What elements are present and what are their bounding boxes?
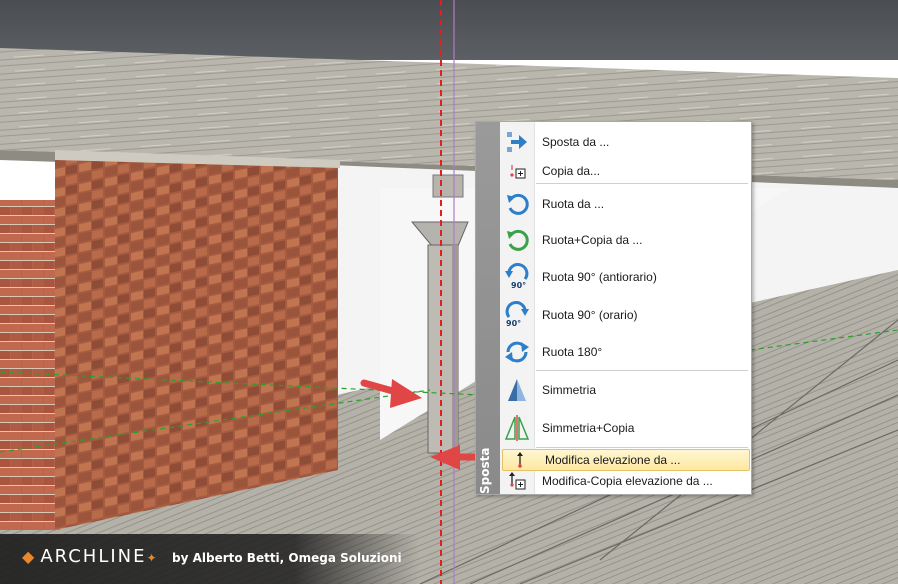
menu-item-label: Modifica elevazione da ... bbox=[545, 453, 681, 467]
menu-separator bbox=[536, 183, 748, 184]
menu-item-label: Ruota 90° (orario) bbox=[542, 308, 638, 322]
menu-separator bbox=[536, 370, 748, 371]
menu-item-simmetria-copia[interactable]: Simmetria+Copia bbox=[500, 410, 750, 446]
move-arrow-icon bbox=[500, 130, 534, 154]
menu-item-ruota-90-orario[interactable]: 90° Ruota 90° (orario) bbox=[500, 296, 750, 334]
menu-item-label: Copia da... bbox=[542, 164, 601, 178]
watermark-byline: by Alberto Betti, Omega Soluzioni bbox=[172, 551, 402, 565]
menu-item-ruota-180[interactable]: Ruota 180° bbox=[500, 334, 750, 370]
menu-item-simmetria[interactable]: Simmetria bbox=[500, 372, 750, 408]
menu-item-label: Ruota 90° (antiorario) bbox=[542, 270, 657, 284]
menu-item-label: Modifica-Copia elevazione da ... bbox=[542, 474, 713, 488]
menu-item-label: Sposta da ... bbox=[542, 135, 610, 149]
menu-panel-label: Sposta bbox=[478, 447, 492, 494]
rotate-90-ccw-icon: 90° bbox=[500, 263, 534, 291]
elevation-copy-icon bbox=[500, 471, 534, 491]
menu-item-label: Ruota 180° bbox=[542, 345, 603, 359]
mirror-icon bbox=[500, 376, 534, 404]
menu-separator bbox=[536, 447, 748, 448]
menu-item-modifica-copia-elevazione[interactable]: Modifica-Copia elevazione da ... bbox=[500, 470, 750, 492]
logo-text: ARCHLINE bbox=[40, 546, 147, 567]
menu-item-label: Ruota+Copia da ... bbox=[542, 233, 643, 247]
diamond-logo-icon: ◆ bbox=[22, 547, 37, 566]
rotate-badge: 90° bbox=[511, 281, 526, 290]
menu-item-label: Ruota da ... bbox=[542, 197, 605, 211]
rotate-90-cw-icon: 90° bbox=[500, 301, 534, 329]
elevation-icon bbox=[503, 451, 537, 469]
menu-item-ruota-90-antiorario[interactable]: 90° Ruota 90° (antiorario) bbox=[500, 258, 750, 296]
rotate-badge: 90° bbox=[506, 319, 521, 328]
menu-item-sposta-da[interactable]: Sposta da ... bbox=[500, 126, 750, 158]
rotate-copy-icon bbox=[500, 227, 534, 253]
3d-viewport[interactable] bbox=[0, 0, 898, 584]
menu-item-label: Simmetria+Copia bbox=[542, 421, 635, 435]
menu-item-label: Simmetria bbox=[542, 383, 597, 397]
copy-plus-icon bbox=[500, 161, 534, 181]
menu-item-ruota-da[interactable]: Ruota da ... bbox=[500, 186, 750, 222]
archline-logo: ◆ ARCHLINE✦ bbox=[22, 546, 159, 567]
menu-item-copia-da[interactable]: Copia da... bbox=[500, 158, 750, 184]
menu-panel-band: Sposta bbox=[476, 122, 500, 494]
mirror-copy-icon bbox=[500, 414, 534, 442]
context-menu: Sposta Sposta da ... Copia da... Ruota d… bbox=[475, 121, 752, 495]
rotate-icon bbox=[500, 191, 534, 217]
menu-item-modifica-elevazione[interactable]: Modifica elevazione da ... bbox=[502, 449, 750, 471]
rotate-180-icon bbox=[500, 338, 534, 366]
menu-item-ruota-copia-da[interactable]: Ruota+Copia da ... bbox=[500, 222, 750, 258]
logo-mark-icon: ✦ bbox=[146, 551, 159, 565]
